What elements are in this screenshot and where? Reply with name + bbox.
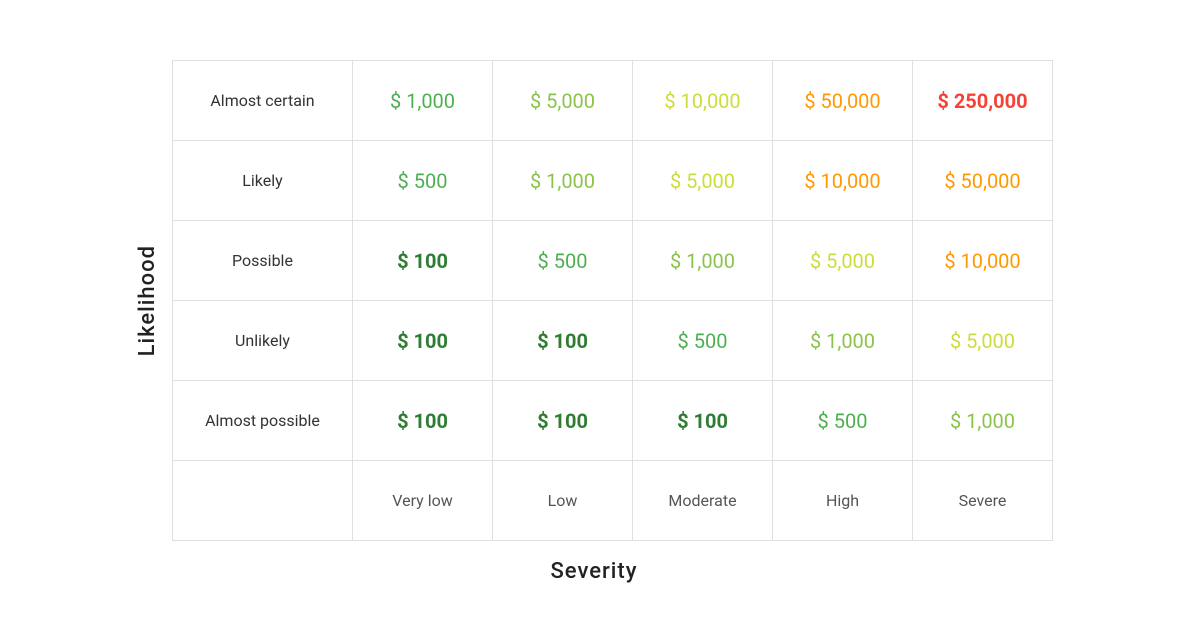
row-label-1: Likely [173, 141, 353, 221]
col-labels-row: Very lowLowModerateHighSevere [173, 461, 1053, 541]
cell-3-4: $ 5,000 [913, 301, 1053, 381]
cell-1-3: $ 10,000 [773, 141, 913, 221]
x-axis-label: Severity [550, 559, 637, 584]
col-label-0: Very low [353, 461, 493, 541]
cell-2-2: $ 1,000 [633, 221, 773, 301]
table-row: Almost certain$ 1,000$ 5,000$ 10,000$ 50… [173, 61, 1053, 141]
cell-3-0: $ 100 [353, 301, 493, 381]
table-row: Possible$ 100$ 500$ 1,000$ 5,000$ 10,000 [173, 221, 1053, 301]
cell-3-1: $ 100 [493, 301, 633, 381]
matrix-table: Almost certain$ 1,000$ 5,000$ 10,000$ 50… [172, 60, 1053, 541]
col-label-1: Low [493, 461, 633, 541]
cell-0-3: $ 50,000 [773, 61, 913, 141]
cell-0-4: $ 250,000 [913, 61, 1053, 141]
row-label-3: Unlikely [173, 301, 353, 381]
col-label-4: Severe [913, 461, 1053, 541]
col-label-3: High [773, 461, 913, 541]
cell-3-3: $ 1,000 [773, 301, 913, 381]
cell-0-2: $ 10,000 [633, 61, 773, 141]
table-row: Unlikely$ 100$ 100$ 500$ 1,000$ 5,000 [173, 301, 1053, 381]
cell-0-0: $ 1,000 [353, 61, 493, 141]
cell-2-0: $ 100 [353, 221, 493, 301]
cell-2-1: $ 500 [493, 221, 633, 301]
cell-4-2: $ 100 [633, 381, 773, 461]
empty-corner [173, 461, 353, 541]
matrix-wrapper: Likelihood Almost certain$ 1,000$ 5,000$… [135, 60, 1053, 541]
cell-1-1: $ 1,000 [493, 141, 633, 221]
row-label-0: Almost certain [173, 61, 353, 141]
cell-4-3: $ 500 [773, 381, 913, 461]
cell-3-2: $ 500 [633, 301, 773, 381]
cell-0-1: $ 5,000 [493, 61, 633, 141]
chart-container: Likelihood Almost certain$ 1,000$ 5,000$… [135, 60, 1053, 584]
row-label-2: Possible [173, 221, 353, 301]
cell-4-1: $ 100 [493, 381, 633, 461]
table-row: Almost possible$ 100$ 100$ 100$ 500$ 1,0… [173, 381, 1053, 461]
cell-4-0: $ 100 [353, 381, 493, 461]
table-row: Likely$ 500$ 1,000$ 5,000$ 10,000$ 50,00… [173, 141, 1053, 221]
cell-1-4: $ 50,000 [913, 141, 1053, 221]
col-label-2: Moderate [633, 461, 773, 541]
y-axis-label: Likelihood [135, 245, 160, 356]
row-label-4: Almost possible [173, 381, 353, 461]
cell-2-4: $ 10,000 [913, 221, 1053, 301]
cell-2-3: $ 5,000 [773, 221, 913, 301]
cell-4-4: $ 1,000 [913, 381, 1053, 461]
cell-1-2: $ 5,000 [633, 141, 773, 221]
cell-1-0: $ 500 [353, 141, 493, 221]
